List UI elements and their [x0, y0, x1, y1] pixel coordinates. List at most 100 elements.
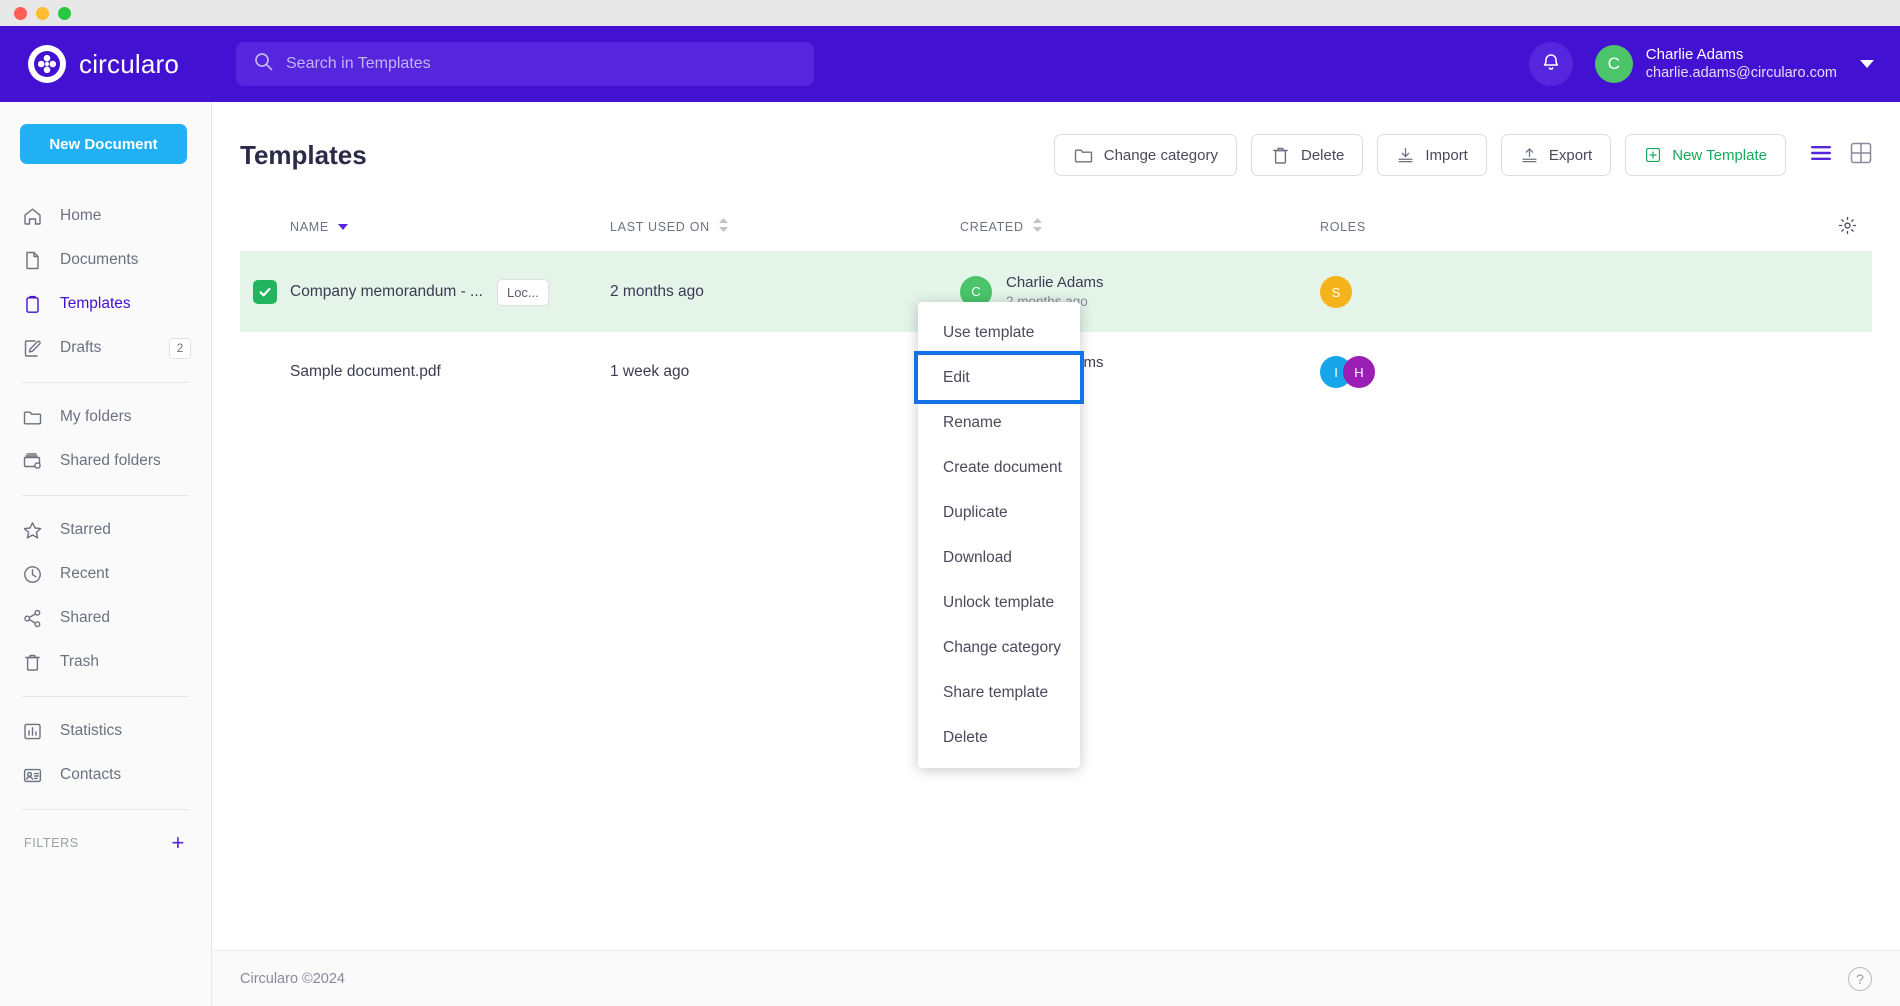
- column-header-name[interactable]: NAME: [290, 220, 610, 234]
- add-filter-button[interactable]: +: [172, 832, 185, 854]
- toolbar-button-label: Change category: [1104, 147, 1218, 164]
- sort-both-icon[interactable]: [1033, 218, 1042, 235]
- sidebar-item-home[interactable]: Home: [0, 194, 211, 238]
- shared-folder-icon: [22, 451, 43, 472]
- table-settings-button[interactable]: [1822, 216, 1872, 238]
- templates-panel: Templates Change category Delete Import Exp…: [212, 102, 1900, 950]
- sidebar-divider: [22, 809, 189, 810]
- context-menu-item-create-document[interactable]: Create document: [918, 445, 1080, 490]
- close-window-button[interactable]: [14, 7, 27, 20]
- sidebar-item-label: Home: [60, 207, 101, 225]
- context-menu-item-share-template[interactable]: Share template: [918, 670, 1080, 715]
- row-context-menu: Use templateEditRenameCreate documentDup…: [918, 302, 1080, 768]
- delete-button[interactable]: Delete: [1251, 134, 1363, 176]
- column-label-last-used-on: LAST USED ON: [610, 220, 710, 234]
- template-icon: [22, 294, 43, 315]
- sort-both-icon[interactable]: [719, 218, 728, 235]
- view-mode-toggle: [1810, 142, 1872, 169]
- maximize-window-button[interactable]: [58, 7, 71, 20]
- import-button[interactable]: Import: [1377, 134, 1487, 176]
- export-button[interactable]: Export: [1501, 134, 1611, 176]
- list-view-icon[interactable]: [1810, 144, 1832, 167]
- context-menu-item-duplicate[interactable]: Duplicate: [918, 490, 1080, 535]
- sidebar-divider: [22, 382, 189, 383]
- sidebar-item-recent[interactable]: Recent: [0, 552, 211, 596]
- brand-logo[interactable]: circularo: [0, 45, 212, 83]
- sidebar-item-statistics[interactable]: Statistics: [0, 709, 211, 753]
- toolbar: Change category Delete Import Export New Tem…: [1054, 134, 1872, 176]
- toolbar-button-label: New Template: [1672, 147, 1767, 164]
- sidebar-item-trash[interactable]: Trash: [0, 640, 211, 684]
- sidebar-item-label: Shared: [60, 609, 110, 627]
- bell-icon: [1541, 51, 1561, 77]
- grid-view-icon[interactable]: [1850, 142, 1872, 169]
- context-menu-item-download[interactable]: Download: [918, 535, 1080, 580]
- chevron-down-icon[interactable]: [1860, 60, 1874, 68]
- star-icon: [22, 520, 43, 541]
- plus-square-icon: [1644, 146, 1662, 164]
- context-menu-item-unlock-template[interactable]: Unlock template: [918, 580, 1080, 625]
- column-header-created[interactable]: CREATED: [960, 218, 1320, 235]
- trash-icon: [22, 652, 43, 673]
- sidebar-item-label: Statistics: [60, 722, 122, 740]
- row-lock-chip[interactable]: Loc...: [497, 279, 549, 306]
- row-checkbox[interactable]: [253, 280, 277, 304]
- main-content: Templates Change category Delete Import Exp…: [212, 102, 1900, 1006]
- clock-icon: [22, 564, 43, 585]
- contacts-icon: [22, 765, 43, 786]
- column-header-last-used-on[interactable]: LAST USED ON: [610, 218, 960, 235]
- row-roles-cell: IH: [1320, 356, 1822, 388]
- sidebar-item-shared-folders[interactable]: Shared folders: [0, 439, 211, 483]
- column-header-roles: ROLES: [1320, 220, 1822, 234]
- sidebar-item-documents[interactable]: Documents: [0, 238, 211, 282]
- folder-icon: [1073, 145, 1094, 166]
- role-avatar[interactable]: H: [1343, 356, 1375, 388]
- search-bar[interactable]: [236, 42, 814, 86]
- context-menu-item-rename[interactable]: Rename: [918, 400, 1080, 445]
- minimize-window-button[interactable]: [36, 7, 49, 20]
- change-category-button[interactable]: Change category: [1054, 134, 1237, 176]
- copyright-text: Circularo ©2024: [240, 971, 345, 987]
- new-document-button[interactable]: New Document: [20, 124, 187, 164]
- help-icon[interactable]: ?: [1848, 967, 1872, 991]
- import-icon: [1396, 146, 1415, 165]
- creator-name: Charlie Adams: [1006, 272, 1104, 293]
- search-input[interactable]: [286, 55, 796, 73]
- draft-icon: [22, 338, 43, 359]
- context-menu-item-use-template[interactable]: Use template: [918, 310, 1080, 355]
- role-avatar[interactable]: S: [1320, 276, 1352, 308]
- new-template-button[interactable]: New Template: [1625, 134, 1786, 176]
- sidebar-item-templates[interactable]: Templates: [0, 282, 211, 326]
- sidebar-item-label: Drafts: [60, 339, 101, 357]
- notifications-button[interactable]: [1529, 42, 1573, 86]
- row-name-cell[interactable]: Company memorandum - ...Loc...: [290, 279, 610, 306]
- search-icon: [254, 52, 273, 76]
- row-name-cell[interactable]: Sample document.pdf: [290, 363, 610, 381]
- app-footer: Circularo ©2024 ?: [212, 950, 1900, 1006]
- row-last-used-cell: 1 week ago: [610, 363, 960, 381]
- page-header: Templates Change category Delete Import Exp…: [240, 102, 1872, 202]
- user-menu[interactable]: C Charlie Adams charlie.adams@circularo.…: [1595, 45, 1874, 84]
- sidebar-item-badge: 2: [169, 338, 191, 359]
- page-title: Templates: [240, 140, 367, 171]
- sidebar-item-my-folders[interactable]: My folders: [0, 395, 211, 439]
- context-menu-item-edit[interactable]: Edit: [918, 355, 1080, 400]
- folder-icon: [22, 407, 43, 428]
- sidebar-item-starred[interactable]: Starred: [0, 508, 211, 552]
- context-menu-item-delete[interactable]: Delete: [918, 715, 1080, 760]
- context-menu-item-change-category[interactable]: Change category: [918, 625, 1080, 670]
- sidebar-nav: HomeDocumentsTemplatesDrafts2My foldersS…: [0, 194, 211, 797]
- window-titlebar: [0, 0, 1900, 26]
- sort-desc-icon[interactable]: [338, 224, 348, 230]
- header-right-cluster: C Charlie Adams charlie.adams@circularo.…: [1529, 26, 1874, 102]
- filters-section-header: FILTERS +: [0, 822, 211, 854]
- toolbar-button-label: Delete: [1301, 147, 1344, 164]
- sidebar-item-label: Recent: [60, 565, 109, 583]
- app-header: circularo C Charlie Adams charlie.adams@…: [0, 26, 1900, 102]
- sidebar-item-drafts[interactable]: Drafts 2: [0, 326, 211, 370]
- sidebar-item-contacts[interactable]: Contacts: [0, 753, 211, 797]
- sidebar-item-shared[interactable]: Shared: [0, 596, 211, 640]
- sidebar-item-label: Trash: [60, 653, 99, 671]
- chart-icon: [22, 721, 43, 742]
- column-label-roles: ROLES: [1320, 220, 1366, 234]
